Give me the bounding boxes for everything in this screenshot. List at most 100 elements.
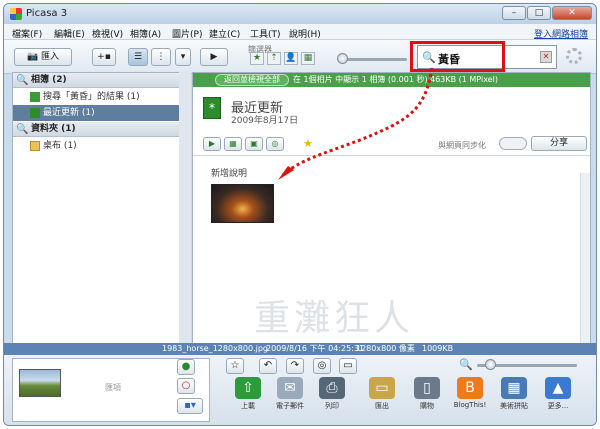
close-button[interactable]: ✕: [552, 6, 592, 20]
albums-section-header[interactable]: 🔍 相簿 (2): [13, 73, 186, 88]
movie-icon: ▣: [250, 139, 258, 148]
back-to-all-button[interactable]: 返回並檢視全部: [215, 74, 289, 86]
print-icon: ⎙: [319, 377, 345, 399]
slider-knob[interactable]: [485, 359, 496, 370]
import-button[interactable]: 📷 匯入: [14, 48, 72, 66]
globe-icon: ◎: [317, 360, 327, 371]
collage-button[interactable]: ▦ 美術拼貼: [496, 377, 532, 411]
chevron-down-icon: ▾: [180, 52, 186, 62]
more-icon: ▲: [545, 377, 571, 399]
export-label: 匯出: [375, 402, 389, 410]
filter-faces[interactable]: 👤: [284, 52, 298, 65]
collage-icon: ▦: [501, 377, 527, 399]
print-button[interactable]: ⎙ 列印: [314, 377, 350, 411]
bottom-panel: 匯項 ● ○ ▪▾ ☆ ↶ ↷ ◎ ▭ 🔍 ⇧ 上載 ✉ 電子郵件 ⎙ 列印 ▭ 匯出 …: [4, 355, 596, 425]
sync-toggle[interactable]: [499, 137, 527, 150]
filter-starred[interactable]: ★: [250, 52, 264, 65]
menu-create[interactable]: 建立(C): [209, 27, 240, 40]
email-button[interactable]: ✉ 電子郵件: [272, 377, 308, 411]
sidebar-item-recent[interactable]: 最近更新 (1): [13, 105, 186, 121]
video-filter-icon: ▦: [303, 53, 313, 63]
upload-label: 上載: [241, 402, 255, 410]
clear-tray-button[interactable]: ○: [177, 378, 195, 394]
divider: [193, 155, 590, 156]
rotate-right-icon: ↷: [290, 360, 300, 371]
star-icon[interactable]: ★: [303, 137, 313, 150]
shop-button[interactable]: ▯ 購物: [409, 377, 445, 411]
shop-label: 購物: [420, 402, 434, 410]
status-bar: 1983_horse_1280x800.jpg 2009/8/16 下午 04:…: [4, 343, 596, 355]
shop-icon: ▯: [414, 377, 440, 399]
print-label: 列印: [325, 402, 339, 410]
loading-spinner-icon: [566, 48, 582, 64]
share-button[interactable]: 分享: [531, 136, 587, 151]
add-to-button[interactable]: +▪: [92, 48, 116, 66]
clear-icon: ○: [181, 380, 191, 391]
menu-help[interactable]: 說明(H): [289, 27, 321, 40]
thumbnail-size-slider[interactable]: [477, 359, 577, 370]
email-icon: ✉: [277, 377, 303, 399]
zoom-icon: 🔍: [459, 358, 473, 371]
rotate-left-button[interactable]: ↶: [259, 358, 277, 374]
status-datetime: 2009/8/16 下午 04:25:31: [266, 344, 365, 353]
vertical-scrollbar[interactable]: [580, 173, 590, 345]
geotag-button[interactable]: ◎: [313, 358, 331, 374]
folders-section-header[interactable]: 🔍 資料夾 (1): [13, 122, 186, 137]
filter-uploaded[interactable]: ⇡: [267, 52, 281, 65]
sidebar-splitter[interactable]: [179, 72, 191, 346]
person-filter-icon: 👤: [285, 53, 297, 63]
view-thumbnails-button[interactable]: ☰: [128, 48, 148, 66]
clear-search-icon[interactable]: ✕: [540, 51, 552, 63]
minimize-button[interactable]: –: [502, 6, 526, 20]
sync-label: 與網頁同步化: [438, 141, 486, 150]
add-to-album-button[interactable]: ▪▾: [177, 398, 203, 414]
window-title: Picasa 3: [26, 8, 68, 19]
sidebar-item-search-results[interactable]: 搜尋「黃昏」的結果 (1): [13, 89, 186, 105]
menu-picture[interactable]: 圖片(P): [172, 27, 202, 40]
export-folder-icon: ▭: [369, 377, 395, 399]
rotate-right-button[interactable]: ↷: [286, 358, 304, 374]
album-date: 2009年8月17日: [231, 116, 299, 126]
list-view-icon: ☰: [133, 52, 143, 62]
filter-date-slider[interactable]: [337, 53, 407, 64]
sidebar-item-label: 最近更新 (1): [43, 108, 95, 118]
album-movie-button[interactable]: ▣: [245, 137, 263, 151]
hold-button[interactable]: ●: [177, 359, 195, 375]
album-icon: [30, 108, 40, 118]
album-collage-button[interactable]: ▦: [224, 137, 242, 151]
folders-header-label: 資料夾 (1): [31, 124, 76, 134]
slider-knob[interactable]: [337, 53, 348, 64]
blogger-icon: B: [457, 377, 483, 399]
title-bar: Picasa 3 – □ ✕: [4, 4, 596, 24]
album-geotag-button[interactable]: ◎: [266, 137, 284, 151]
maximize-button[interactable]: □: [527, 6, 551, 20]
star-button[interactable]: ☆: [226, 358, 244, 374]
menu-tools[interactable]: 工具(T): [250, 27, 281, 40]
view-dropdown[interactable]: ▾: [175, 48, 191, 66]
status-filename: 1983_horse_1280x800.jpg: [162, 344, 268, 353]
add-caption[interactable]: 新增說明: [211, 166, 247, 179]
tag-button[interactable]: ▭: [339, 358, 357, 374]
photo-thumbnail[interactable]: [211, 184, 274, 223]
pin-icon: ●: [181, 361, 191, 372]
export-button[interactable]: ▭ 匯出: [364, 377, 400, 411]
play-slideshow-button[interactable]: ▶: [203, 137, 221, 151]
blogthis-button[interactable]: B BlogThis!: [452, 377, 488, 409]
view-tree-button[interactable]: ⋮: [151, 48, 171, 66]
slideshow-button[interactable]: ▶: [200, 48, 228, 66]
menu-edit[interactable]: 編輯(E): [54, 27, 85, 40]
menu-file[interactable]: 檔案(F): [12, 27, 42, 40]
upload-button[interactable]: ⇧ 上載: [230, 377, 266, 411]
more-button[interactable]: ▲ 更多...: [540, 377, 576, 411]
sidebar-item-desktop[interactable]: 桌布 (1): [13, 138, 186, 154]
menu-view[interactable]: 檢視(V): [92, 27, 123, 40]
filter-video[interactable]: ▦: [301, 52, 315, 65]
menu-album[interactable]: 相簿(A): [130, 27, 161, 40]
highlight-box: [410, 41, 505, 72]
slideshow-icon: ▶: [210, 52, 218, 62]
login-web-albums-link[interactable]: 登入網路相簿: [534, 27, 588, 40]
album-icon: [30, 92, 40, 102]
play-icon: ▶: [208, 139, 216, 148]
upload-filter-icon: ⇡: [270, 53, 278, 63]
tray-thumbnail[interactable]: [19, 369, 61, 397]
